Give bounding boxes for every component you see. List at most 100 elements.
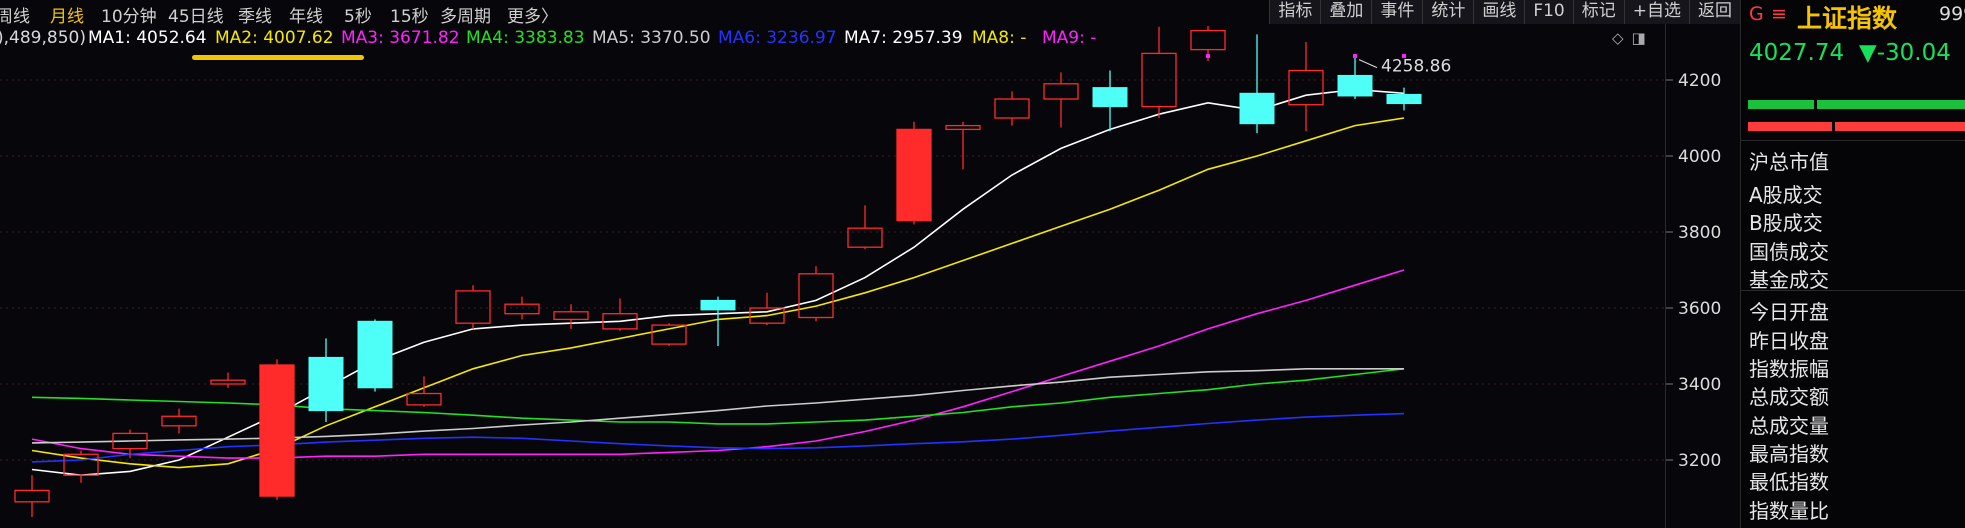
candle-body [14, 489, 50, 503]
ma-line-ma4 [31, 368, 1405, 425]
index-name: 上证指数 [1797, 4, 1898, 33]
price-change: ▼-30.04 [1859, 40, 1951, 66]
tab-weekly[interactable]: 周线 [0, 2, 30, 27]
candle-body [308, 356, 344, 412]
max-pointer [1358, 59, 1378, 69]
candle-body [1043, 83, 1079, 100]
chart-icon-group: ◇ ◨ [1612, 29, 1646, 47]
candle-body [1386, 93, 1422, 105]
stat-volume-ratio: 指数量比 [1749, 499, 1829, 523]
overlay-button[interactable]: 叠加 [1320, 0, 1372, 24]
buy-sell-bar-green-1 [1748, 100, 1814, 109]
candle-body [651, 324, 687, 345]
buy-sell-bar-red-2 [1835, 122, 1965, 131]
ma6-label[interactable]: MA6: 3236.97 [718, 28, 837, 48]
ma4-label[interactable]: MA4: 3383.83 [466, 28, 585, 48]
back-button[interactable]: 返回 [1689, 0, 1740, 24]
ma-prefix: ),489,850) [0, 28, 86, 48]
stat-prev-close: 昨日收盘 [1749, 329, 1829, 353]
index-info-panel: G ≡ 上证指数 99999 4027.74 ▼-30.04 沪总市值 A股成交… [1740, 0, 1965, 528]
tab-multi-period[interactable]: 多周期 [440, 2, 491, 27]
panel-divider-2 [1741, 290, 1965, 291]
event-marker [1353, 54, 1357, 58]
statistics-button[interactable]: 统计 [1422, 0, 1474, 24]
candle-body [847, 227, 883, 248]
tab-10min[interactable]: 10分钟 [101, 2, 157, 27]
tab-yearly[interactable]: 年线 [289, 2, 323, 27]
f10-button[interactable]: F10 [1524, 0, 1573, 24]
period-tab-bar: 周线 月线 10分钟 45日线 季线 年线 5秒 15秒 多周期 更多〉 指标 … [0, 0, 1740, 27]
stat-amplitude: 指数振幅 [1749, 357, 1829, 381]
stat-total-volume: 总成交量 [1749, 414, 1829, 438]
indicator-button[interactable]: 指标 [1269, 0, 1321, 24]
draw-line-button[interactable]: 画线 [1473, 0, 1525, 24]
kline-chart[interactable]: 3200 3400 3600 3800 4000 4200 4258.86 [0, 0, 1740, 528]
candle-body [504, 303, 540, 315]
candle-body [553, 311, 589, 321]
tab-45day[interactable]: 45日线 [168, 2, 224, 27]
price-axis-label: 3400 [1678, 375, 1721, 395]
candle-body [210, 379, 246, 385]
price-axis-label: 3200 [1678, 451, 1721, 471]
buy-sell-bar-red-1 [1748, 122, 1832, 131]
market-badge[interactable]: G [1749, 3, 1764, 25]
ma2-label[interactable]: MA2: 4007.62 [215, 28, 334, 48]
price-axis-label: 4000 [1678, 147, 1721, 167]
stat-b-share-turnover: B股成交 [1749, 211, 1823, 235]
panel-icon[interactable]: ◨ [1632, 29, 1646, 47]
current-price: 4027.74 [1749, 40, 1845, 66]
ma5-label[interactable]: MA5: 3370.50 [592, 28, 711, 48]
candle-body [1337, 74, 1373, 97]
ma-line-ma6 [31, 412, 1405, 463]
tab-more[interactable]: 更多〉 [507, 2, 558, 27]
add-watchlist-button[interactable]: +自选 [1623, 0, 1689, 24]
ma3-label[interactable]: MA3: 3671.82 [341, 28, 460, 48]
index-header: G ≡ 上证指数 99999 [1741, 0, 1965, 33]
mark-button[interactable]: 标记 [1572, 0, 1624, 24]
candle-body [455, 290, 491, 324]
stat-bond-turnover: 国债成交 [1749, 240, 1829, 264]
stat-high: 最高指数 [1749, 442, 1829, 466]
tab-monthly[interactable]: 月线 [50, 2, 84, 27]
menu-icon[interactable]: ≡ [1771, 3, 1787, 25]
ma-line-ma1 [31, 88, 1405, 477]
events-button[interactable]: 事件 [1371, 0, 1423, 24]
index-code: 99999 [1939, 3, 1965, 25]
price-axis-label: 3800 [1678, 223, 1721, 243]
price-axis-divider [1665, 24, 1666, 528]
stat-total-amount: 总成交额 [1749, 385, 1829, 409]
price-axis-label: 4200 [1678, 71, 1721, 91]
candle-body [357, 320, 393, 389]
ma9-label[interactable]: MA9: - [1042, 28, 1096, 48]
stat-today-open: 今日开盘 [1749, 300, 1829, 324]
ma-legend: ),489,850) MA1: 4052.64 MA2: 4007.62 MA3… [0, 26, 1640, 50]
stat-a-share-turnover: A股成交 [1749, 183, 1823, 207]
diamond-icon[interactable]: ◇ [1612, 29, 1624, 47]
buy-sell-bar-green-2 [1817, 100, 1965, 109]
candle-body [406, 392, 442, 406]
stat-low: 最低指数 [1749, 470, 1829, 494]
max-price-label: 4258.86 [1381, 57, 1451, 77]
stat-fund-turnover: 基金成交 [1749, 268, 1829, 292]
tab-quarterly[interactable]: 季线 [238, 2, 272, 27]
event-marker [1402, 54, 1406, 58]
candle-body [259, 364, 295, 497]
panel-divider [1741, 140, 1965, 141]
ma7-label[interactable]: MA7: 2957.39 [844, 28, 963, 48]
price-axis-label: 3600 [1678, 299, 1721, 319]
event-marker [1206, 54, 1210, 58]
tab-5sec[interactable]: 5秒 [344, 2, 372, 27]
candle-body [161, 415, 197, 427]
ma2-selected-underline [192, 55, 364, 60]
candle-body [945, 124, 981, 131]
tab-15sec[interactable]: 15秒 [390, 2, 429, 27]
ma1-label[interactable]: MA1: 4052.64 [88, 28, 207, 48]
candle-body [700, 299, 736, 311]
chart-toolbar: 指标 叠加 事件 统计 画线 F10 标记 +自选 返回 [1269, 0, 1740, 24]
candle-body [1239, 92, 1275, 125]
candle-body [994, 98, 1030, 119]
stat-total-market-cap: 沪总市值 [1749, 150, 1829, 174]
ma8-label[interactable]: MA8: - [972, 28, 1026, 48]
candle-body [1092, 87, 1128, 108]
ma-line-ma2 [31, 117, 1405, 469]
